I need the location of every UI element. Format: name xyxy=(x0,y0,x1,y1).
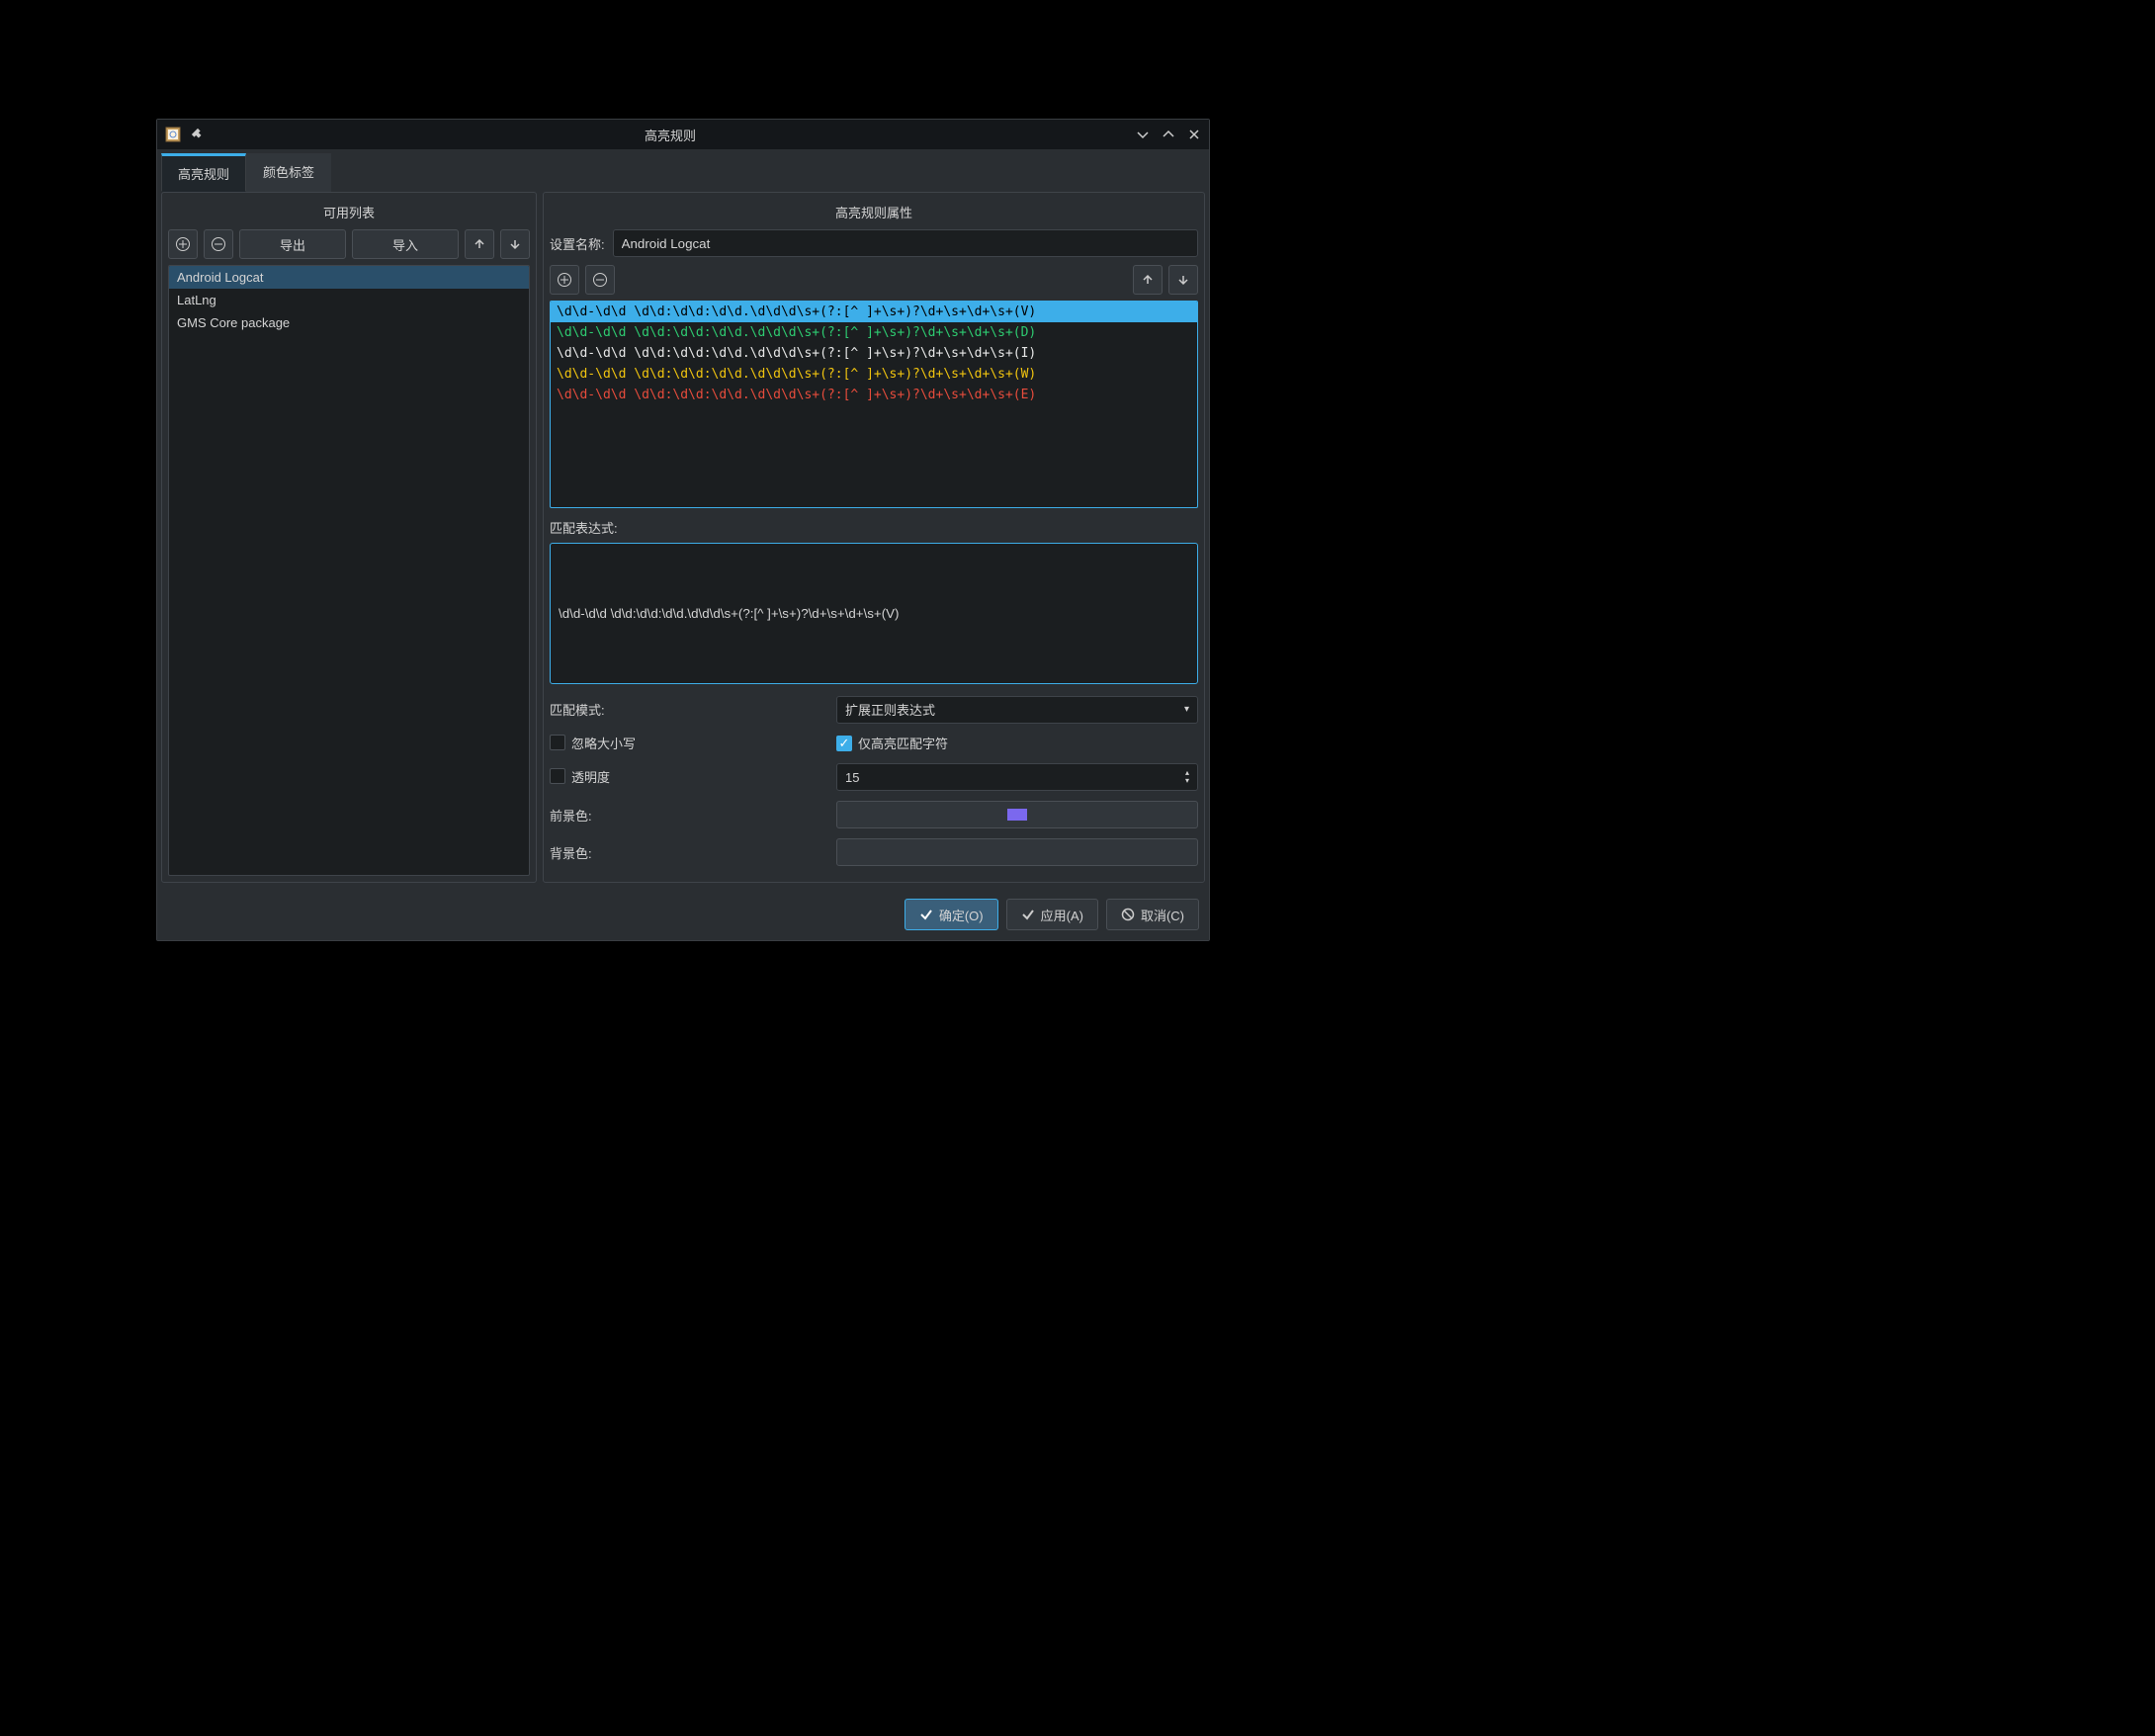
available-list-title: 可用列表 xyxy=(168,199,530,229)
chevron-down-icon: ▾ xyxy=(1184,704,1189,715)
list-item[interactable]: Android Logcat xyxy=(169,266,529,289)
pattern-row[interactable]: \d\d-\d\d \d\d:\d\d:\d\d.\d\d\d\s+(?:[^ … xyxy=(551,302,1197,322)
export-button[interactable]: 导出 xyxy=(239,229,346,259)
bg-color-label: 背景色: xyxy=(550,843,826,862)
rule-properties-title: 高亮规则属性 xyxy=(550,199,1198,229)
bg-color-button[interactable] xyxy=(836,838,1198,866)
ignore-case-label: 忽略大小写 xyxy=(571,734,636,752)
pin-icon[interactable] xyxy=(191,128,205,141)
highlight-rules-dialog: 高亮规则 高亮规则 颜色标签 可用列表 导出 导入 xyxy=(156,119,1210,941)
pattern-listbox[interactable]: \d\d-\d\d \d\d:\d\d:\d\d.\d\d\d\s+(?:[^ … xyxy=(550,301,1198,508)
pattern-move-down-button[interactable] xyxy=(1168,265,1198,295)
opacity-spinbox[interactable]: 15 ▴▾ xyxy=(836,763,1198,791)
add-rule-button[interactable] xyxy=(168,229,198,259)
list-item[interactable]: GMS Core package xyxy=(169,311,529,334)
import-button[interactable]: 导入 xyxy=(352,229,459,259)
match-mode-select[interactable]: 扩展正则表达式 ▾ xyxy=(836,696,1198,724)
pattern-row[interactable]: \d\d-\d\d \d\d:\d\d:\d\d.\d\d\d\s+(?:[^ … xyxy=(551,364,1197,385)
add-pattern-button[interactable] xyxy=(550,265,579,295)
tab-bar: 高亮规则 颜色标签 xyxy=(157,153,1209,192)
tab-color-tags[interactable]: 颜色标签 xyxy=(246,153,331,192)
maximize-button[interactable] xyxy=(1162,128,1175,141)
cancel-button[interactable]: 取消(C) xyxy=(1106,899,1199,930)
rules-listbox[interactable]: Android Logcat LatLng GMS Core package xyxy=(168,265,530,876)
remove-rule-button[interactable] xyxy=(204,229,233,259)
name-input[interactable] xyxy=(613,229,1198,257)
opacity-value: 15 xyxy=(845,770,859,785)
tab-highlight-rules[interactable]: 高亮规则 xyxy=(161,153,246,192)
opacity-checkbox[interactable]: 透明度 xyxy=(550,767,610,786)
minimize-button[interactable] xyxy=(1136,128,1150,141)
close-button[interactable] xyxy=(1187,128,1201,141)
titlebar: 高亮规则 xyxy=(157,120,1209,149)
fg-color-label: 前景色: xyxy=(550,806,826,825)
pattern-row[interactable]: \d\d-\d\d \d\d:\d\d:\d\d.\d\d\d\s+(?:[^ … xyxy=(551,385,1197,405)
pattern-row[interactable]: \d\d-\d\d \d\d:\d\d:\d\d.\d\d\d\s+(?:[^ … xyxy=(551,343,1197,364)
move-down-button[interactable] xyxy=(500,229,530,259)
name-label: 设置名称: xyxy=(550,234,605,253)
apply-button[interactable]: 应用(A) xyxy=(1006,899,1098,930)
fg-color-swatch xyxy=(1007,809,1027,821)
opacity-label: 透明度 xyxy=(571,767,610,786)
window-title: 高亮规则 xyxy=(205,126,1136,144)
rule-properties-panel: 高亮规则属性 设置名称: \d\d-\d\ xyxy=(543,192,1205,883)
app-icon xyxy=(165,127,181,142)
pattern-move-up-button[interactable] xyxy=(1133,265,1163,295)
move-up-button[interactable] xyxy=(465,229,494,259)
dialog-button-bar: 确定(O) 应用(A) 取消(C) xyxy=(157,889,1209,940)
match-mode-label: 匹配模式: xyxy=(550,700,826,719)
match-mode-value: 扩展正则表达式 xyxy=(845,700,935,719)
highlight-only-label: 仅高亮匹配字符 xyxy=(858,734,948,752)
remove-pattern-button[interactable] xyxy=(585,265,615,295)
available-list-panel: 可用列表 导出 导入 Android Logcat LatLn xyxy=(161,192,537,883)
dialog-content: 可用列表 导出 导入 Android Logcat LatLn xyxy=(157,192,1209,889)
highlight-only-checkbox[interactable]: ✓ 仅高亮匹配字符 xyxy=(836,734,948,752)
match-expr-input[interactable] xyxy=(550,543,1198,684)
list-item[interactable]: LatLng xyxy=(169,289,529,311)
spin-down-icon[interactable]: ▾ xyxy=(1185,777,1189,785)
ok-button[interactable]: 确定(O) xyxy=(905,899,998,930)
match-expr-label: 匹配表达式: xyxy=(550,518,1198,537)
pattern-row[interactable]: \d\d-\d\d \d\d:\d\d:\d\d.\d\d\d\s+(?:[^ … xyxy=(551,322,1197,343)
fg-color-button[interactable] xyxy=(836,801,1198,828)
ignore-case-checkbox[interactable]: 忽略大小写 xyxy=(550,734,636,752)
